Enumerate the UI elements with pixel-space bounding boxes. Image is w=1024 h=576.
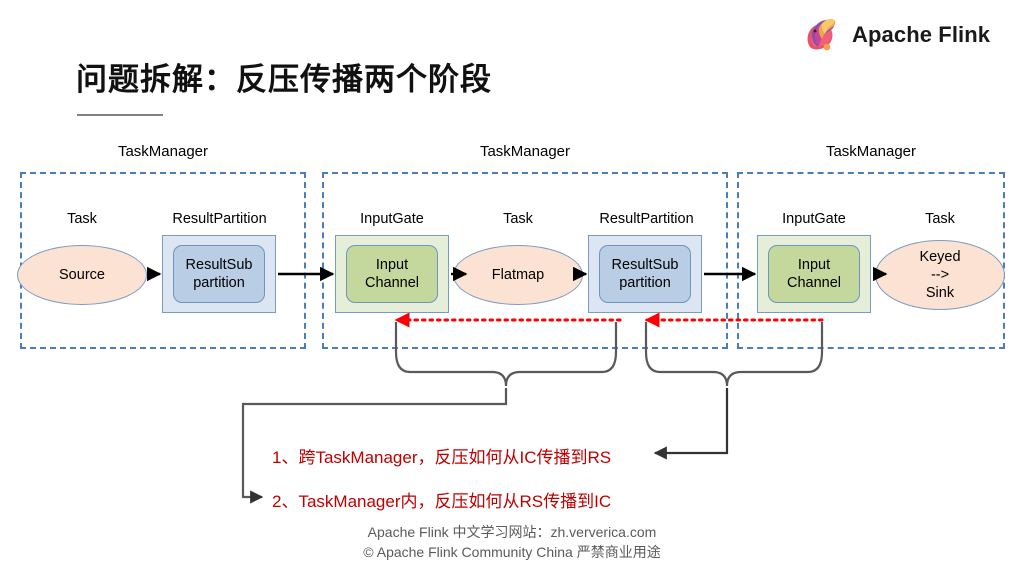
slide-canvas: Apache Flink 问题拆解：反压传播两个阶段 TaskManager T… (0, 0, 1024, 576)
resultsubpartition-1-line-1: ResultSub (185, 256, 253, 273)
brand-name: Apache Flink (852, 22, 991, 47)
node-source-line-1: Source (59, 266, 105, 283)
inputchannel-3-line-2: Channel (786, 275, 841, 291)
node-keyed-sink: Keyed --> Sink (875, 240, 1005, 310)
resultpartition-1: ResultSub partition (162, 235, 276, 313)
inputchannel-2: Input Channel (346, 245, 438, 303)
node-keyed-sink-line-3: Sink (925, 285, 955, 302)
note-intra-taskmanager: 2、TaskManager内，反压如何从RS传播到IC (272, 492, 612, 511)
apache-flink-brand: Apache Flink (800, 14, 990, 56)
node-flatmap-line-1: Flatmap (491, 266, 545, 283)
resultsubpartition-1: ResultSub partition (173, 245, 265, 303)
inputchannel-2-line-2: Channel (364, 275, 419, 291)
resultsubpartition-1-line-2: partition (193, 275, 245, 291)
leader-to-note-1 (653, 388, 729, 460)
component-caption-resultpartition-1: ResultPartition (172, 211, 267, 227)
node-flatmap: Flatmap (453, 245, 583, 305)
note-cross-taskmanager: 1、跨TaskManager，反压如何从IC传播到RS (272, 448, 612, 467)
inputchannel-3-line-1: Input (797, 256, 831, 273)
taskmanager-label-3: TaskManager (825, 143, 917, 160)
inputgate-3: Input Channel (757, 235, 871, 313)
component-caption-task-2: Task (503, 211, 533, 227)
component-caption-resultpartition-2: ResultPartition (599, 211, 694, 227)
title-divider (77, 114, 163, 116)
component-caption-inputgate-2: InputGate (360, 211, 424, 227)
node-keyed-sink-line-1: Keyed (919, 248, 961, 265)
taskmanager-label-2: TaskManager (479, 143, 571, 160)
footer-line-2: © Apache Flink Community China 严禁商业用途 (363, 544, 661, 561)
component-caption-task-1: Task (67, 211, 97, 227)
footer-line-1: Apache Flink 中文学习网站：zh.ververica.com (367, 524, 657, 540)
resultsubpartition-2: ResultSub partition (599, 245, 691, 303)
page-title: 问题拆解：反压传播两个阶段 (76, 62, 492, 97)
inputgate-2: Input Channel (335, 235, 449, 313)
taskmanager-label-1: TaskManager (117, 143, 209, 160)
resultsubpartition-2-line-2: partition (619, 275, 671, 291)
node-keyed-sink-line-2: --> (930, 266, 950, 283)
component-caption-inputgate-3: InputGate (782, 211, 846, 227)
inputchannel-2-line-1: Input (375, 256, 409, 273)
resultsubpartition-2-line-1: ResultSub (611, 256, 679, 273)
flink-squirrel-icon (807, 19, 836, 51)
inputchannel-3: Input Channel (768, 245, 860, 303)
component-caption-task-3: Task (925, 211, 955, 227)
footer: Apache Flink 中文学习网站：zh.ververica.com © A… (0, 522, 1024, 563)
node-source: Source (17, 245, 147, 305)
resultpartition-2: ResultSub partition (588, 235, 702, 313)
